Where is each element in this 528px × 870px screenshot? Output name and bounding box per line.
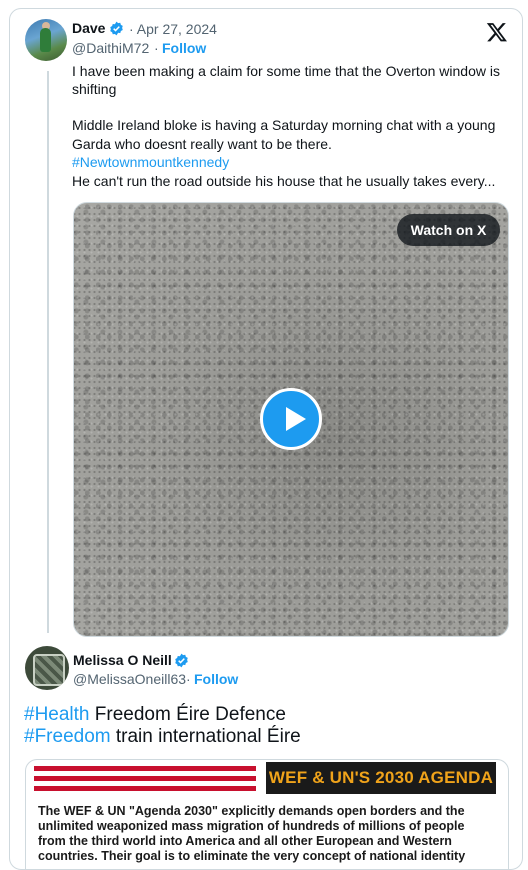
embedded-tweet-card: Dave · Apr 27, 2024 @DaithiM72 · Follow … [9, 8, 523, 870]
flag-graphic [34, 766, 256, 794]
tweet-text-line: #Health Freedom Éire Defence [24, 703, 286, 727]
video-player[interactable]: Watch on X [73, 202, 509, 637]
poster-line: countries. Their goal is to eliminate th… [38, 849, 466, 863]
avatar[interactable] [25, 646, 69, 690]
play-icon[interactable] [260, 388, 322, 450]
author-name[interactable]: Dave [72, 20, 105, 36]
tweet-text: Freedom Éire Defence [89, 704, 286, 725]
author-name[interactable]: Melissa O Neill [73, 652, 172, 668]
hashtag-link[interactable]: #Health [24, 704, 90, 725]
tweet-text: train international Éire [110, 726, 301, 747]
poster-line: unlimited weaponized mass migration of h… [38, 819, 465, 833]
x-logo-icon[interactable] [486, 21, 508, 43]
tweet-text-line: He can't run the road outside his house … [72, 173, 496, 189]
poster-banner: WEF & UN'S 2030 AGENDA [266, 762, 496, 794]
separator-dot: · [154, 40, 159, 56]
tweet-text-line: shifting [72, 81, 117, 97]
author-handle[interactable]: @DaithiM72 [72, 40, 149, 56]
follow-link[interactable]: Follow [162, 40, 206, 56]
verified-badge-icon [110, 21, 123, 36]
verified-badge-icon [175, 653, 188, 668]
watch-on-x-button[interactable]: Watch on X [397, 214, 500, 246]
avatar-figure-body [40, 28, 51, 52]
tweet-text-line: #Freedom train international Éire [24, 725, 301, 749]
attached-image[interactable]: WEF & UN'S 2030 AGENDA The WEF & UN "Age… [25, 759, 509, 869]
crest-image [33, 654, 65, 686]
poster-line: from the third world into America and al… [38, 834, 452, 848]
follow-link[interactable]: Follow [194, 671, 238, 687]
author-handle[interactable]: @MelissaOneill63 [73, 671, 186, 687]
separator-dot: · [186, 671, 191, 687]
thread-connector [47, 71, 49, 633]
tweet-text-line: Middle Ireland bloke is having a Saturda… [72, 117, 496, 133]
tweet-date[interactable]: · Apr 27, 2024 [129, 21, 217, 37]
tweet-text-line: Garda who doesnt really want to be there… [72, 136, 332, 152]
tweet-text-line: I have been making a claim for some time… [72, 63, 500, 79]
avatar[interactable] [25, 19, 67, 61]
poster-text: The WEF & UN "Agenda 2030" explicitly de… [38, 804, 498, 864]
hashtag-link[interactable]: #Newtownmountkennedy [72, 153, 229, 172]
poster-line: The WEF & UN "Agenda 2030" explicitly de… [38, 804, 465, 818]
hashtag-link[interactable]: #Freedom [24, 726, 111, 747]
